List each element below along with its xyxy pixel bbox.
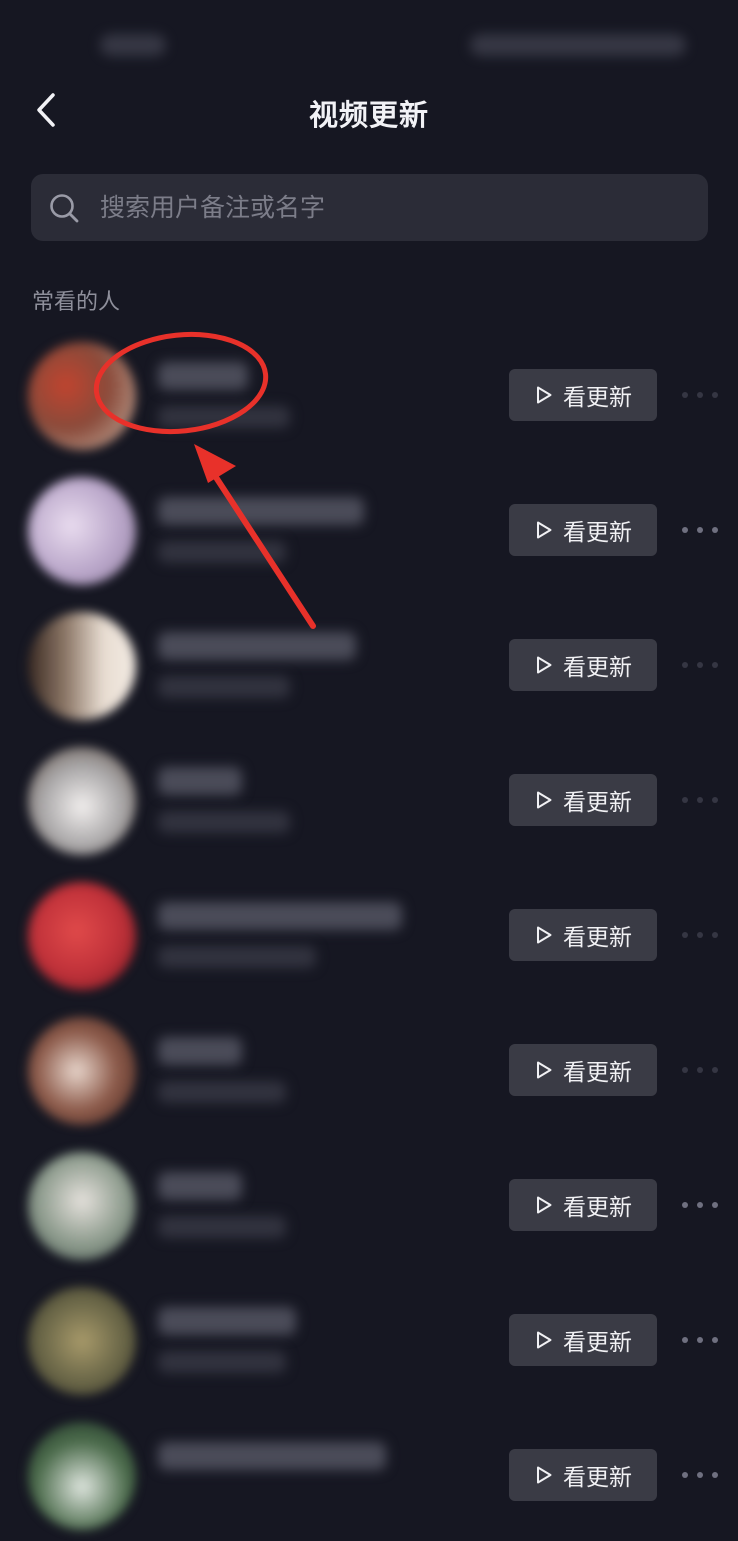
username-blurred [158,497,364,525]
watch-updates-button[interactable]: 看更新 [509,1314,657,1366]
username-blurred [158,902,402,930]
avatar [28,342,136,450]
more-dots-icon[interactable] [682,382,718,408]
status-time-blurred [100,34,166,56]
avatar [28,1287,136,1395]
watch-updates-label: 看更新 [563,1330,632,1356]
search-icon [48,192,80,224]
search-bar[interactable] [31,174,708,241]
list-item[interactable]: 看更新 [0,596,738,731]
page-title: 视频更新 [308,98,429,132]
user-list: 看更新 看更新 看更新 看更新 看更新 看更新 看更新 看更新 看更新 [0,326,738,1541]
subtitle-blurred [158,811,290,833]
watch-updates-label: 看更新 [563,520,632,546]
play-icon [534,385,554,405]
more-dots-icon[interactable] [682,652,718,678]
list-item[interactable]: 看更新 [0,866,738,1001]
avatar [28,882,136,990]
username-blurred [158,1172,242,1200]
username-blurred [158,632,356,660]
play-icon [534,655,554,675]
watch-updates-label: 看更新 [563,925,632,951]
more-dots-icon[interactable] [682,1192,718,1218]
avatar [28,612,136,720]
more-dots-icon[interactable] [682,922,718,948]
subtitle-blurred [158,1216,286,1238]
avatar [28,1152,136,1260]
watch-updates-label: 看更新 [563,790,632,816]
watch-updates-label: 看更新 [563,655,632,681]
play-icon [534,1465,554,1485]
subtitle-blurred [158,541,286,563]
watch-updates-button[interactable]: 看更新 [509,504,657,556]
section-label: 常看的人 [32,290,121,315]
nav-bar: 视频更新 [0,78,738,144]
watch-updates-label: 看更新 [563,1465,632,1491]
list-item[interactable]: 看更新 [0,1271,738,1406]
avatar [28,1422,136,1530]
more-dots-icon[interactable] [682,1327,718,1353]
more-dots-icon[interactable] [682,787,718,813]
watch-updates-button[interactable]: 看更新 [509,369,657,421]
list-item[interactable]: 看更新 [0,1136,738,1271]
play-icon [534,1330,554,1350]
avatar [28,1017,136,1125]
avatar [28,477,136,585]
list-item[interactable]: 看更新 [0,1406,738,1541]
watch-updates-label: 看更新 [563,1195,632,1221]
username-blurred [158,1442,386,1470]
list-item[interactable]: 看更新 [0,461,738,596]
watch-updates-button[interactable]: 看更新 [509,909,657,961]
play-icon [534,790,554,810]
username-blurred [158,1037,242,1065]
play-icon [534,1195,554,1215]
subtitle-blurred [158,946,316,968]
more-dots-icon[interactable] [682,1462,718,1488]
search-input[interactable] [98,192,662,223]
watch-updates-button[interactable]: 看更新 [509,639,657,691]
play-icon [534,520,554,540]
play-icon [534,1060,554,1080]
watch-updates-button[interactable]: 看更新 [509,1449,657,1501]
watch-updates-button[interactable]: 看更新 [509,1044,657,1096]
watch-updates-button[interactable]: 看更新 [509,774,657,826]
watch-updates-label: 看更新 [563,385,632,411]
username-blurred [158,1307,296,1335]
username-blurred [158,362,248,390]
avatar [28,747,136,855]
status-bar [0,0,738,88]
watch-updates-button[interactable]: 看更新 [509,1179,657,1231]
list-item[interactable]: 看更新 [0,731,738,866]
subtitle-blurred [158,676,290,698]
list-item[interactable]: 看更新 [0,1001,738,1136]
username-blurred [158,767,242,795]
watch-updates-label: 看更新 [563,1060,632,1086]
subtitle-blurred [158,1081,286,1103]
status-indicators-blurred [470,34,686,56]
more-dots-icon[interactable] [682,517,718,543]
play-icon [534,925,554,945]
subtitle-blurred [158,1351,286,1373]
subtitle-blurred [158,406,290,428]
more-dots-icon[interactable] [682,1057,718,1083]
list-item[interactable]: 看更新 [0,326,738,461]
